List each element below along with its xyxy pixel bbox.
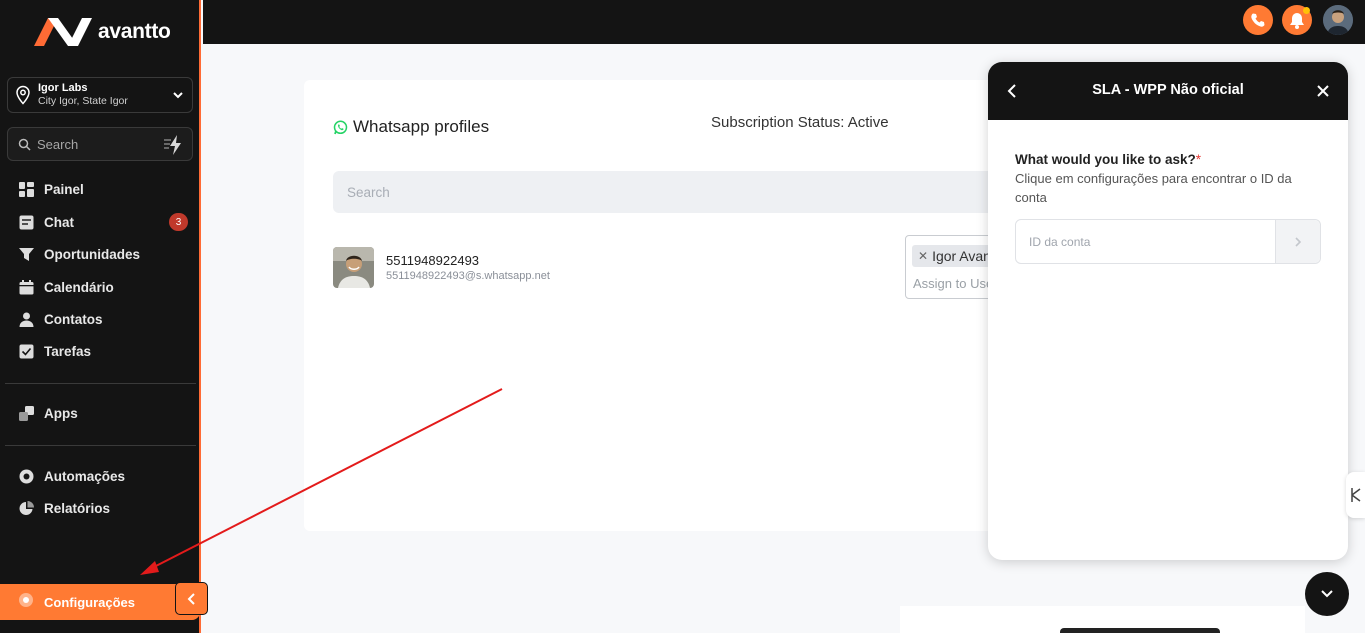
expand-arrows-icon <box>1350 488 1360 502</box>
account-id-placeholder: ID da conta <box>1029 234 1091 249</box>
profile-number: 5511948922493 <box>386 253 480 268</box>
sidebar-item-label: Apps <box>44 405 78 421</box>
sidebar-item-apps[interactable]: Apps <box>18 403 188 423</box>
sidebar-item-label: Automações <box>44 468 126 484</box>
brand-logo-icon <box>34 18 92 46</box>
widget-question-label: What would you like to ask?* <box>1015 152 1201 167</box>
assign-placeholder: Assign to User <box>913 276 998 291</box>
search-icon <box>18 138 31 151</box>
profile-photo-icon <box>333 247 374 288</box>
location-switcher[interactable]: Igor Labs City Igor, State Igor <box>7 77 193 113</box>
sidebar-item-calendario[interactable]: Calendário <box>18 277 188 297</box>
sidebar-item-label: Calendário <box>44 279 114 295</box>
top-bar <box>203 0 1365 44</box>
automation-icon <box>18 468 34 484</box>
widget-title: SLA - WPP Não oficial <box>1092 82 1244 98</box>
sidebar-item-label: Chat <box>44 214 74 230</box>
account-id-input[interactable]: ID da conta <box>1015 219 1321 264</box>
remove-chip-icon[interactable]: ✕ <box>918 249 928 263</box>
subscription-status: Subscription Status: Active <box>711 114 889 131</box>
calendar-icon <box>18 279 34 295</box>
profiles-search-input[interactable]: Search <box>333 171 1033 213</box>
sidebar-divider <box>5 383 196 384</box>
page-title: Whatsapp profiles <box>333 117 489 137</box>
toggle-widget-button[interactable] <box>1305 572 1349 616</box>
sidebar-item-label: Configurações <box>44 594 136 610</box>
whatsapp-profiles-card: Whatsapp profiles Subscription Status: A… <box>304 80 1033 531</box>
avatar-photo-icon <box>1323 5 1353 35</box>
phone-button[interactable] <box>1243 5 1273 35</box>
sidebar-item-automacoes[interactable]: Automações <box>18 466 188 486</box>
notification-dot <box>1303 7 1310 14</box>
sidebar-item-painel[interactable]: Painel <box>18 179 188 199</box>
required-mark: * <box>1195 152 1202 167</box>
sidebar-search-placeholder: Search <box>37 136 79 152</box>
user-icon <box>18 311 34 327</box>
sidebar-item-contatos[interactable]: Contatos <box>18 309 188 329</box>
bell-icon <box>1290 12 1304 29</box>
sidebar-item-tarefas[interactable]: Tarefas <box>18 341 188 361</box>
apps-icon <box>18 405 34 421</box>
sla-chat-widget: SLA - WPP Não oficial What would you lik… <box>988 62 1348 560</box>
location-subtitle: City Igor, State Igor <box>38 95 128 108</box>
collapse-sidebar-button[interactable] <box>175 582 208 615</box>
sidebar-item-label: Contatos <box>44 311 103 327</box>
page-title-text: Whatsapp profiles <box>353 117 490 136</box>
send-button[interactable] <box>1275 220 1320 263</box>
sidebar-divider <box>5 445 196 446</box>
whatsapp-icon <box>333 120 348 134</box>
funnel-icon <box>18 246 34 262</box>
sidebar-item-chat[interactable]: Chat 3 <box>18 212 188 232</box>
dashboard-icon <box>18 181 34 197</box>
sidebar-item-label: Relatórios <box>44 500 111 516</box>
widget-header: SLA - WPP Não oficial <box>988 62 1348 120</box>
notifications-button[interactable] <box>1282 5 1312 35</box>
sidebar: avantto Igor Labs City Igor, State Igor … <box>0 0 201 633</box>
profile-jid: 5511948922493@s.whatsapp.net <box>386 270 550 282</box>
profile-row[interactable]: 5511948922493 5511948922493@s.whatsapp.n… <box>333 247 550 288</box>
brand-logo[interactable]: avantto <box>34 16 171 48</box>
checkbox-icon <box>18 343 34 359</box>
chat-icon <box>18 214 34 230</box>
bottom-bar-edge <box>1060 628 1220 633</box>
chevron-down-icon <box>1321 590 1333 598</box>
sidebar-item-oportunidades[interactable]: Oportunidades <box>18 244 188 264</box>
sidebar-item-label: Oportunidades <box>44 246 141 262</box>
sidebar-item-relatorios[interactable]: Relatórios <box>18 498 188 518</box>
phone-icon <box>1251 13 1265 27</box>
chevron-down-icon <box>173 92 183 99</box>
side-drawer-tab[interactable] <box>1346 472 1365 518</box>
settings-icon <box>18 592 34 613</box>
location-pin-icon <box>16 85 30 105</box>
widget-question-text: What would you like to ask? <box>1015 152 1196 167</box>
chat-unread-badge: 3 <box>169 213 188 231</box>
quick-actions-bolt-icon[interactable] <box>164 134 186 156</box>
profile-avatar <box>333 247 374 288</box>
sidebar-item-label: Tarefas <box>44 343 92 359</box>
sidebar-item-configuracoes[interactable]: Configurações <box>0 584 200 620</box>
chevron-left-icon <box>187 592 195 605</box>
brand-name: avantto <box>98 20 171 43</box>
search-placeholder: Search <box>347 184 390 200</box>
pie-chart-icon <box>18 500 34 516</box>
sidebar-item-label: Painel <box>44 181 84 197</box>
sidebar-search[interactable]: Search <box>7 127 193 161</box>
close-icon[interactable] <box>1316 84 1330 98</box>
location-name: Igor Labs <box>38 82 88 95</box>
widget-description: Clique em configurações para encontrar o… <box>1015 171 1292 205</box>
chevron-right-icon <box>1295 236 1302 247</box>
user-avatar[interactable] <box>1323 5 1353 35</box>
